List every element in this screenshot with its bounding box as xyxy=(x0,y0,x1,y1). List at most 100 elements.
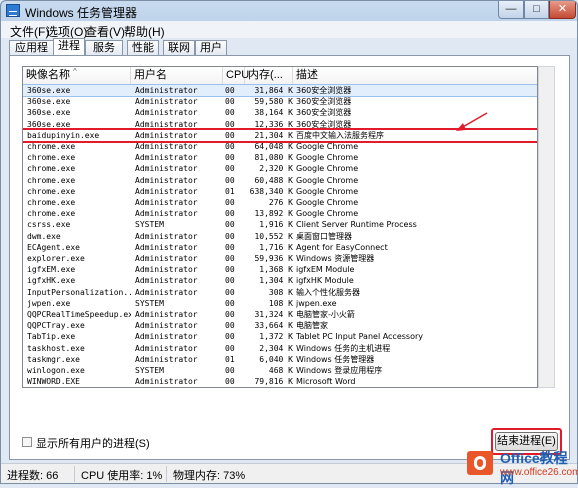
tab-services[interactable]: 服务 xyxy=(85,40,123,55)
cell-desc: Microsoft Word xyxy=(296,377,356,387)
cell-desc: igfxHK Module xyxy=(296,276,354,286)
cell-desc: Microsoft 手写笔和触控输入组件 xyxy=(296,387,536,388)
tab-users[interactable]: 用户 xyxy=(195,40,227,55)
cell-cpu: 00 xyxy=(225,86,235,95)
column-description[interactable]: 描述 xyxy=(293,67,537,84)
cell-mem: 308 K xyxy=(268,287,293,297)
cell-name: taskmgr.exe xyxy=(27,354,80,364)
cell-user: Administrator xyxy=(135,354,198,364)
tab-networking[interactable]: 联网 xyxy=(163,40,195,55)
cell-mem: 1,304 K xyxy=(259,276,293,286)
table-row[interactable]: baidupinyin.exe Administrator 00 21,304 K 百度… xyxy=(23,127,537,143)
cell-name: igfxEM.exe xyxy=(27,265,76,275)
cell-user: Administrator xyxy=(135,242,198,252)
table-row[interactable]: explorer.exe Administrator 00 59,936 K Windo… xyxy=(23,253,537,264)
table-row[interactable]: QQPCTray.exe Administrator 00 33,664 K 电脑管家 xyxy=(23,320,537,331)
table-row[interactable]: 360se.exe Administrator 00 59,580 K 360安全浏览器 xyxy=(23,96,537,107)
column-cpu[interactable]: CPU xyxy=(223,67,249,84)
cell-mem: 108 K xyxy=(268,298,293,308)
table-row[interactable]: 360se.exe Administrator 00 12,336 K 360安全浏览器 xyxy=(23,119,537,130)
show-all-users-label[interactable]: 显示所有用户的进程(S) xyxy=(36,435,150,451)
cell-mem: 59,580 K xyxy=(254,97,293,107)
table-row[interactable]: ECAgent.exe Administrator 00 1,716 K Agent f… xyxy=(23,242,537,253)
table-row[interactable]: QQPCRealTimeSpeedup.exe Administrator 00 31… xyxy=(23,309,537,320)
cell-user: Administrator xyxy=(135,231,198,241)
cell-user: Administrator xyxy=(135,209,198,219)
table-row[interactable]: winlogon.exe SYSTEM 00 468 K Windows 登录应用程序 xyxy=(23,365,537,376)
cell-cpu: 00 xyxy=(225,332,235,342)
table-row[interactable]: InputPersonalization... Administrator 00 30… xyxy=(23,287,537,298)
cell-mem: 2,320 K xyxy=(259,164,293,174)
cell-cpu: 00 xyxy=(225,265,235,275)
cell-cpu: 01 xyxy=(225,186,235,196)
table-row[interactable]: chrome.exe Administrator 00 276 K Google Chr… xyxy=(23,197,537,208)
process-list[interactable]: 映像名称 ^ 用户名 CPU 内存(... 描述 360se.exe Admini… xyxy=(22,66,538,388)
table-row[interactable]: TabTip.exe Administrator 00 1,372 K Tablet P… xyxy=(23,331,537,342)
cell-mem: 64,048 K xyxy=(254,142,293,151)
cell-name: 360se.exe xyxy=(27,86,71,95)
table-row[interactable]: chrome.exe Administrator 00 60,488 K Google … xyxy=(23,175,537,186)
maximize-button[interactable]: □ xyxy=(524,1,549,19)
table-row[interactable]: jwpen.exe SYSTEM 00 108 Kjwpen.exe xyxy=(23,298,537,309)
cell-cpu: 01 xyxy=(225,354,235,364)
menu-help[interactable]: 帮助(H) xyxy=(124,23,165,40)
cell-mem: 1,368 K xyxy=(259,265,293,275)
cell-name: chrome.exe xyxy=(27,142,76,151)
column-image-name[interactable]: 映像名称 ^ xyxy=(23,67,131,84)
minimize-button[interactable]: — xyxy=(498,1,524,19)
cell-desc: 百度中文输入法服务程序 xyxy=(296,130,384,140)
cell-user: SYSTEM xyxy=(135,387,225,388)
table-row[interactable]: chrome.exe Administrator 00 13,892 K Google … xyxy=(23,208,537,219)
cell-name: igfxHK.exe xyxy=(27,276,76,286)
table-row[interactable]: dwm.exe Administrator 00 10,552 K 桌面窗口管理器 xyxy=(23,231,537,242)
table-row[interactable]: 360se.exe Administrator 00 38,164 K 360安全浏览器 xyxy=(23,107,537,118)
column-memory[interactable]: 内存(... xyxy=(245,67,293,84)
status-cpu-usage: CPU 使用率: 1% xyxy=(81,470,163,482)
cell-mem: 81,080 K xyxy=(254,153,293,163)
table-row[interactable]: taskmgr.exe Administrator 01 6,040 K Windows… xyxy=(23,354,537,365)
show-all-users-checkbox[interactable] xyxy=(22,437,32,447)
table-row[interactable]: csrss.exe SYSTEM 00 1,916 K Client Server Ru… xyxy=(23,219,537,230)
cell-cpu: 00 xyxy=(225,164,235,174)
cell-desc: Google Chrome xyxy=(296,198,359,207)
cell-mem: 21,304 K xyxy=(254,130,293,140)
table-row[interactable]: igfxHK.exe Administrator 00 1,304 KigfxHK M… xyxy=(23,275,537,286)
cell-user: Administrator xyxy=(135,119,198,129)
cell-name: wisptis.exe xyxy=(27,387,131,388)
table-row[interactable]: chrome.exe Administrator 01 638,340 K Google… xyxy=(23,186,537,197)
table-row[interactable]: igfxEM.exe Administrator 00 1,368 KigfxEM M… xyxy=(23,264,537,275)
tab-performance[interactable]: 性能 xyxy=(127,40,159,55)
cell-desc: Windows 登录应用程序 xyxy=(296,366,383,375)
cell-desc: 360安全浏览器 xyxy=(296,86,352,95)
table-row[interactable]: taskhost.exe Administrator 00 2,304 K Window… xyxy=(23,343,537,354)
cell-desc: 电脑管家 xyxy=(296,321,328,331)
cell-desc: 360安全浏览器 xyxy=(296,108,352,118)
vertical-scrollbar[interactable] xyxy=(538,66,555,388)
table-row[interactable]: WINWORD.EXE Administrator 00 79,816 K Micros… xyxy=(23,376,537,387)
cell-cpu: 00 xyxy=(225,209,235,219)
table-row[interactable]: chrome.exe Administrator 00 2,320 K Google C… xyxy=(23,163,537,174)
cell-mem: 12,336 K xyxy=(254,119,293,129)
cell-cpu: 00 xyxy=(225,142,235,151)
table-row[interactable]: wisptis.exe SYSTEM00172 KMicrosoft 手写笔和触控… xyxy=(23,387,537,388)
title-bar: Windows 任务管理器 — □ ✕ xyxy=(1,1,577,21)
status-divider xyxy=(74,466,75,482)
watermark-url: www.office26.com xyxy=(500,467,578,478)
menu-file[interactable]: 文件(F) xyxy=(10,23,49,40)
cell-mem: 276 K xyxy=(268,198,293,207)
table-row[interactable]: 360se.exe Administrator 00 31,864 K 360安全浏览器 xyxy=(23,84,537,97)
column-image-name-label: 映像名称 xyxy=(26,69,70,81)
cell-desc: Google Chrome xyxy=(296,142,359,151)
column-user-name[interactable]: 用户名 xyxy=(131,67,223,84)
menu-view[interactable]: 查看(V) xyxy=(85,23,125,40)
table-row[interactable]: chrome.exe Administrator 00 81,080 K Google … xyxy=(23,152,537,163)
tab-applications[interactable]: 应用程序 xyxy=(9,40,54,68)
cell-name: 360se.exe xyxy=(27,108,71,118)
cell-user: Administrator xyxy=(135,310,198,319)
tab-processes[interactable]: 进程 xyxy=(53,38,85,55)
status-process-count: 进程数: 66 xyxy=(7,470,59,482)
table-row[interactable]: chrome.exe Administrator 00 64,048 K Google … xyxy=(23,141,537,152)
close-button[interactable]: ✕ xyxy=(549,1,576,19)
cell-name: QQPCRealTimeSpeedup.exe xyxy=(27,310,131,319)
cell-name: ECAgent.exe xyxy=(27,242,80,252)
